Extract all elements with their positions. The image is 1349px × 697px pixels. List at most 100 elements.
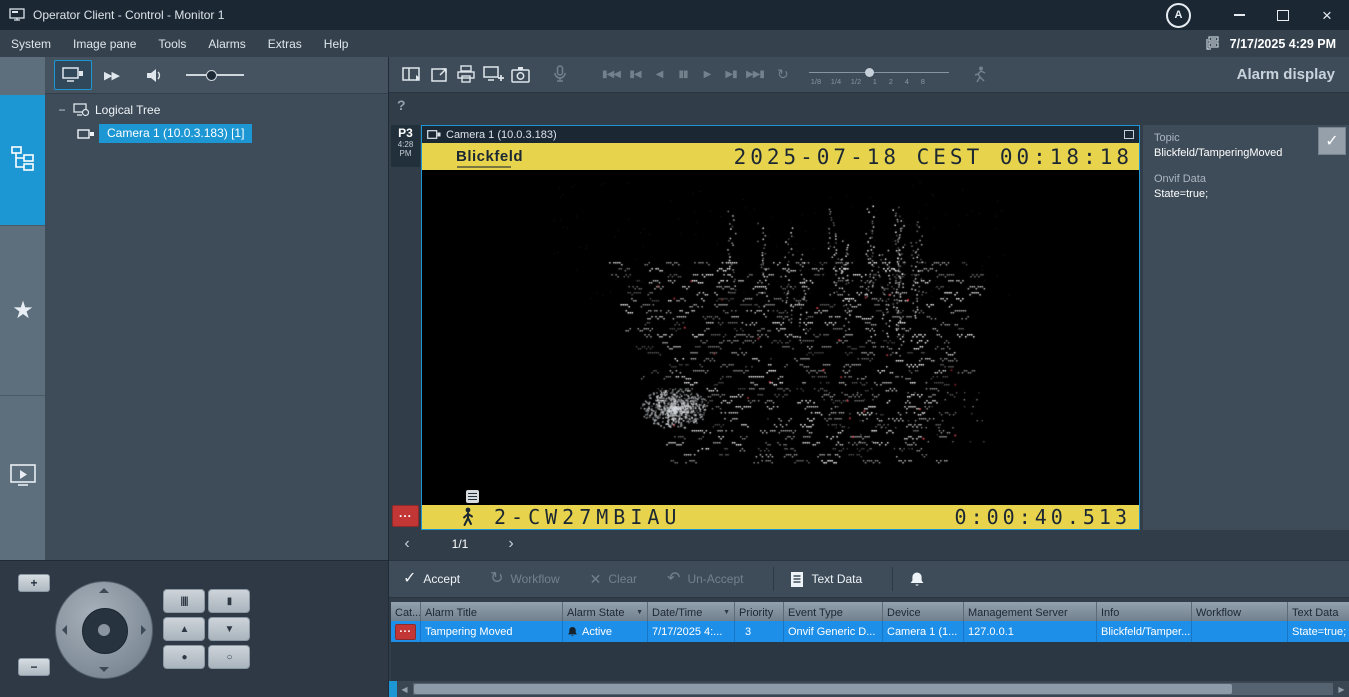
step-back-button[interactable]: ▮◀ xyxy=(623,69,647,80)
audio-icon[interactable] xyxy=(145,67,164,84)
close-button[interactable]: × xyxy=(1305,0,1349,30)
scroll-left-button[interactable]: ◀ xyxy=(397,685,412,694)
speed-label: 1 xyxy=(873,77,877,86)
play-reverse-button[interactable]: ◀ xyxy=(647,69,671,80)
datetime-filter-caret[interactable]: ▼ xyxy=(720,609,730,616)
joystick-down-arrow[interactable] xyxy=(99,667,109,672)
horizontal-scrollbar[interactable]: ◀ ▶ xyxy=(397,681,1349,697)
pane-maximize-icon[interactable] xyxy=(1124,130,1134,139)
col-device[interactable]: Device xyxy=(883,602,964,621)
speed-slider-thumb[interactable] xyxy=(865,68,874,77)
play-button[interactable]: ▶ xyxy=(695,69,719,80)
ptz-focus-near-button[interactable]: ▮ xyxy=(208,589,250,613)
clock-datetime: 7/17/2025 4:29 PM xyxy=(1230,37,1336,51)
tab-bookmarks[interactable] xyxy=(8,462,38,488)
menu-item-image-pane[interactable]: Image pane xyxy=(62,30,147,57)
menu-item-help[interactable]: Help xyxy=(313,30,360,57)
user-badge[interactable]: A xyxy=(1166,3,1191,28)
menu-item-tools[interactable]: Tools xyxy=(147,30,197,57)
send-to-monitor-button[interactable] xyxy=(480,61,507,88)
scrollbar-track[interactable] xyxy=(413,683,1333,695)
cell-management-server: 127.0.0.1 xyxy=(964,621,1097,642)
expander-icon[interactable]: − xyxy=(57,103,67,117)
alarm-table-row[interactable]: ... Tampering Moved Active 7/17/2025 4:.… xyxy=(391,621,1349,642)
onvif-data-label: Onvif Data xyxy=(1154,173,1206,185)
audio-mic-button[interactable] xyxy=(546,61,573,88)
tree-root-row[interactable]: − Logical Tree xyxy=(45,103,388,117)
unaccept-label: Un-Accept xyxy=(687,572,743,586)
print-button[interactable] xyxy=(453,61,480,88)
live-view-toggle[interactable] xyxy=(54,60,92,90)
jump-end-button[interactable]: ▶▶▮ xyxy=(743,69,767,80)
pause-button[interactable]: ▮▮ xyxy=(671,69,695,80)
col-info[interactable]: Info xyxy=(1097,602,1192,621)
menu-item-system[interactable]: System xyxy=(0,30,62,57)
maximize-button[interactable] xyxy=(1261,0,1305,30)
step-forward-button[interactable]: ▶▮ xyxy=(719,69,743,80)
page-next-button[interactable]: › xyxy=(496,535,526,553)
col-alarm-state[interactable]: Alarm State▼ xyxy=(563,602,648,621)
ptz-zoom-out-button[interactable]: − xyxy=(18,658,50,676)
ptz-focus-far-button[interactable]: |||| xyxy=(163,589,205,613)
snapshot-button[interactable] xyxy=(507,61,534,88)
clear-icon: ✕ xyxy=(590,572,602,586)
menu-item-extras[interactable]: Extras xyxy=(257,30,313,57)
ptz-joystick[interactable] xyxy=(55,581,153,679)
col-event-type[interactable]: Event Type xyxy=(784,602,883,621)
instant-playback-button[interactable]: ▶▶ xyxy=(104,69,119,82)
ptz-iris-open-button[interactable]: ▲ xyxy=(163,617,205,641)
col-text-data[interactable]: Text Data xyxy=(1288,602,1349,621)
accept-label: Accept xyxy=(423,572,460,586)
tree-camera-item[interactable]: Camera 1 (10.0.3.183) [1] xyxy=(99,124,252,143)
check-icon: ✓ xyxy=(1325,131,1338,151)
page-prev-button[interactable]: ‹ xyxy=(392,535,422,553)
textdata-button[interactable]: Text Data xyxy=(790,571,862,588)
col-priority[interactable]: Priority xyxy=(735,602,784,621)
panel-divider[interactable] xyxy=(388,57,389,697)
image-pane-layout-button[interactable] xyxy=(399,61,426,88)
joystick-left-arrow[interactable] xyxy=(62,625,67,635)
volume-slider[interactable] xyxy=(186,70,244,80)
ptz-preset-2-button[interactable]: ○ xyxy=(208,645,250,669)
accept-button[interactable]: ✓ Accept xyxy=(403,571,460,587)
tab-favorites[interactable]: ★ xyxy=(10,297,36,323)
menu-item-alarms[interactable]: Alarms xyxy=(197,30,256,57)
help-icon[interactable]: ? xyxy=(397,97,406,113)
tree-camera-row[interactable]: Camera 1 (10.0.3.183) [1] xyxy=(45,124,388,143)
pane-header: Camera 1 (10.0.3.183) xyxy=(422,126,1139,143)
jump-start-button[interactable]: ▮◀◀ xyxy=(599,69,623,80)
ptz-zoom-in-button[interactable]: + xyxy=(18,574,50,592)
ack-checkbox[interactable]: ✓ xyxy=(1318,127,1346,155)
unaccept-button[interactable]: ↶ Un-Accept xyxy=(667,571,743,587)
loop-button[interactable]: ↻ xyxy=(777,66,789,83)
tree-panel-toolbar: ▶▶ xyxy=(45,57,388,94)
scrollbar-thumb[interactable] xyxy=(414,684,1232,694)
ptz-iris-close-button[interactable]: ▼ xyxy=(208,617,250,641)
volume-slider-thumb[interactable] xyxy=(206,70,217,81)
maximize-pane-button[interactable] xyxy=(426,61,453,88)
col-datetime[interactable]: Date/Time▼ xyxy=(648,602,735,621)
clear-button[interactable]: ✕ Clear xyxy=(590,572,637,586)
joystick-right-arrow[interactable] xyxy=(141,625,146,635)
joystick-up-arrow[interactable] xyxy=(99,588,109,593)
state-filter-caret[interactable]: ▼ xyxy=(633,609,643,616)
main-toolbar: ▮◀◀ ▮◀ ◀ ▮▮ ▶ ▶▮ ▶▶▮ ↻ 1/8 1/4 1/2 1 2 4… xyxy=(389,57,1349,93)
splitter-handle[interactable] xyxy=(388,681,397,697)
joystick-knob[interactable] xyxy=(98,624,110,636)
ptz-panel: + − |||| ▮ ▲ ▼ ● ○ xyxy=(0,560,388,697)
joystick-center[interactable] xyxy=(82,608,128,654)
col-category[interactable]: Cat... xyxy=(391,602,421,621)
col-alarm-title[interactable]: Alarm Title xyxy=(421,602,563,621)
col-workflow[interactable]: Workflow xyxy=(1192,602,1288,621)
row-category-button[interactable]: ... xyxy=(395,624,416,640)
video-pane[interactable]: Camera 1 (10.0.3.183) Blickfeld 2025-07-… xyxy=(421,125,1140,530)
tree-root-label: Logical Tree xyxy=(95,103,160,117)
col-management-server[interactable]: Management Server xyxy=(964,602,1097,621)
pane-more-button[interactable]: ... xyxy=(392,505,419,527)
workflow-button[interactable]: ↻ Workflow xyxy=(490,571,560,587)
speed-slider[interactable]: 1/8 1/4 1/2 1 2 4 8 xyxy=(809,60,967,90)
alarm-bell-button[interactable] xyxy=(909,571,925,588)
ptz-preset-1-button[interactable]: ● xyxy=(163,645,205,669)
scroll-right-button[interactable]: ▶ xyxy=(1334,685,1349,694)
minimize-button[interactable] xyxy=(1217,0,1261,30)
